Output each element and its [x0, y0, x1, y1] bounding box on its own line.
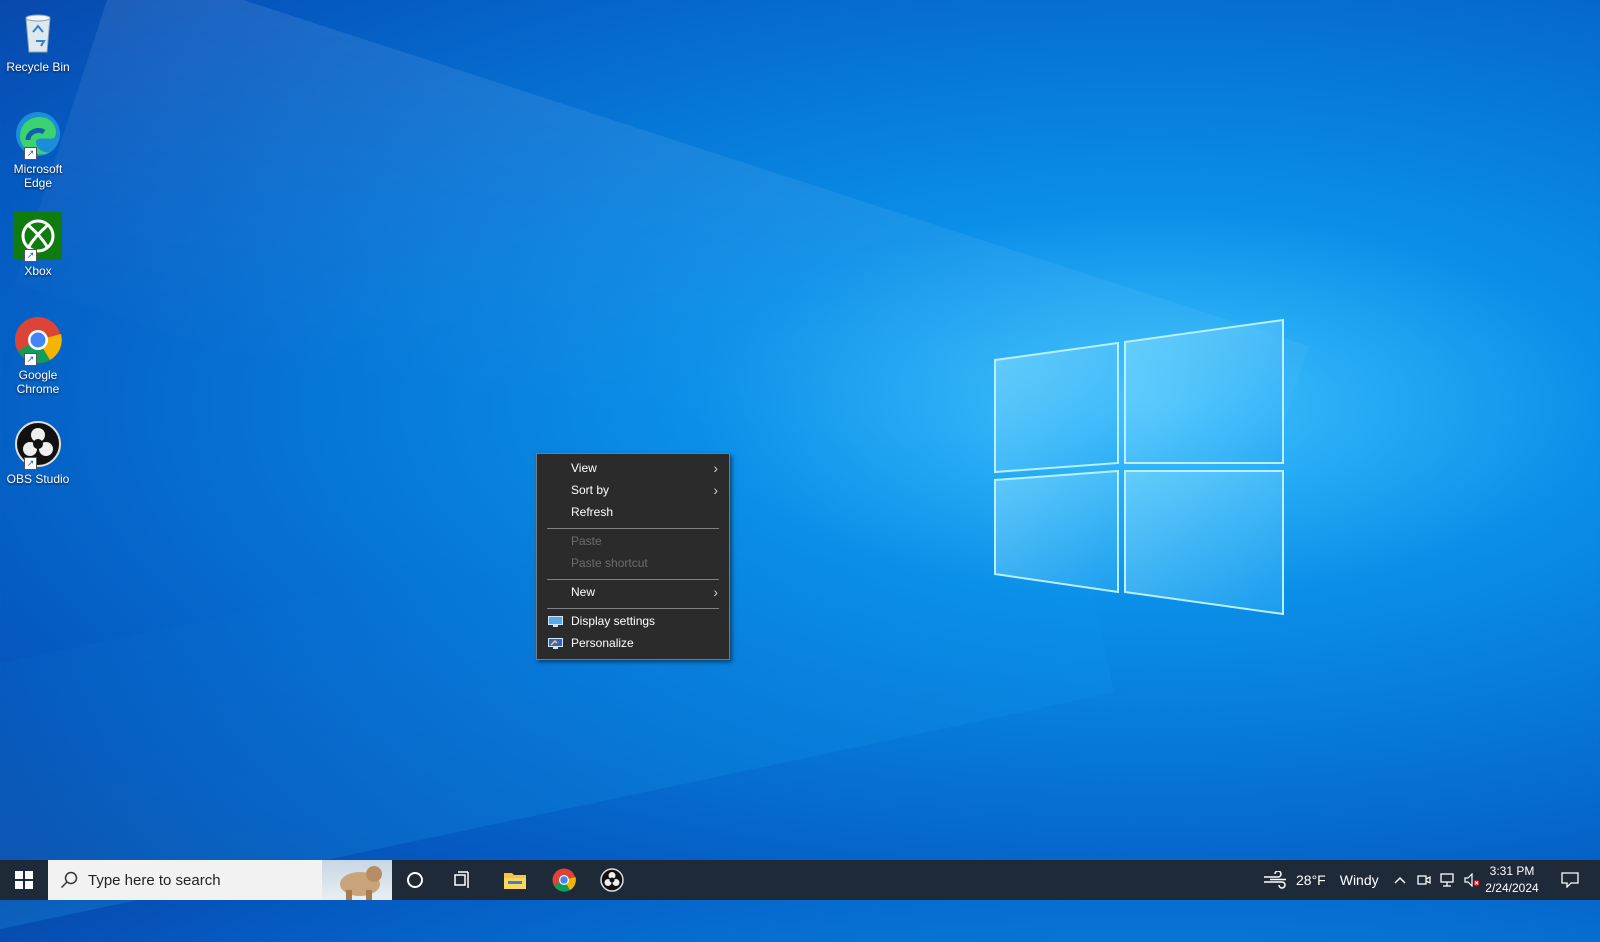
weather-temperature: 28°F — [1296, 872, 1326, 888]
chrome-icon — [552, 868, 576, 892]
desktop-icon-google-chrome[interactable]: ↗ Google Chrome — [4, 316, 72, 396]
edge-icon: ↗ — [14, 110, 62, 160]
clock-time: 3:31 PM — [1489, 864, 1535, 878]
desktop-icon-label: Microsoft Edge — [13, 162, 63, 190]
xbox-icon: ↗ — [14, 212, 62, 262]
weather-condition: Windy — [1339, 872, 1379, 888]
tray-meet-now[interactable] — [1413, 860, 1435, 900]
menu-item-label: Personalize — [571, 636, 634, 650]
shortcut-arrow-icon: ↗ — [24, 147, 37, 160]
cortana-button[interactable] — [395, 860, 435, 900]
obs-icon — [600, 868, 624, 892]
taskbar-search-box[interactable]: Type here to search — [48, 860, 392, 900]
menu-item-label: Paste shortcut — [571, 556, 648, 570]
desktop-icon-label: Xbox — [24, 264, 52, 278]
desktop-context-menu: View › Sort by › Refresh Paste Paste sho… — [536, 453, 730, 660]
chrome-icon: ↗ — [14, 316, 62, 366]
show-hidden-icons-button[interactable] — [1390, 860, 1410, 900]
weather-widget[interactable]: 28°F Windy — [1262, 860, 1402, 900]
menu-item-personalize[interactable]: Personalize — [538, 633, 728, 654]
menu-item-label: View — [571, 461, 597, 475]
desktop-icon-label: OBS Studio — [6, 472, 70, 486]
search-highlight-image — [322, 860, 392, 900]
taskbar-obs-studio[interactable] — [590, 860, 634, 900]
display-settings-icon — [548, 616, 563, 627]
menu-item-label: New — [571, 585, 596, 599]
menu-item-paste-shortcut[interactable]: Paste shortcut — [538, 553, 728, 574]
notification-icon — [1561, 872, 1579, 888]
desktop-icon-obs-studio[interactable]: ↗ OBS Studio — [4, 420, 72, 486]
desktop-icon-label: Recycle Bin — [6, 60, 70, 74]
desktop-icon-microsoft-edge[interactable]: ↗ Microsoft Edge — [4, 110, 72, 190]
taskbar: Type here to search 28°F Windy 3:31 PM 2… — [0, 860, 1600, 900]
menu-item-new[interactable]: New › — [538, 582, 728, 603]
cortana-icon — [407, 872, 423, 888]
task-view-icon — [454, 871, 469, 888]
network-icon — [1440, 873, 1454, 887]
search-placeholder: Type here to search — [88, 871, 221, 889]
chevron-up-icon — [1394, 876, 1406, 884]
taskbar-clock[interactable]: 3:31 PM 2/24/2024 — [1480, 863, 1544, 897]
windows-start-icon — [15, 871, 33, 889]
menu-item-label: Display settings — [571, 614, 656, 628]
personalize-icon — [548, 638, 563, 649]
action-center-button[interactable] — [1550, 860, 1590, 900]
taskbar-chrome[interactable] — [542, 860, 586, 900]
desktop-icon-recycle-bin[interactable]: Recycle Bin — [4, 8, 72, 74]
wind-icon — [1264, 871, 1286, 889]
shortcut-arrow-icon: ↗ — [24, 249, 37, 262]
shortcut-arrow-icon: ↗ — [24, 353, 37, 366]
menu-item-label: Paste — [571, 534, 602, 548]
menu-item-refresh[interactable]: Refresh — [538, 502, 728, 523]
obs-icon: ↗ — [14, 420, 62, 470]
desktop-icon-xbox[interactable]: ↗ Xbox — [4, 212, 72, 278]
file-explorer-icon — [504, 873, 526, 889]
recycle-bin-icon — [14, 8, 62, 56]
task-view-button[interactable] — [443, 860, 483, 900]
search-icon — [60, 871, 78, 889]
menu-item-paste[interactable]: Paste — [538, 531, 728, 552]
shortcut-arrow-icon: ↗ — [24, 457, 37, 470]
chevron-right-icon: › — [713, 460, 718, 476]
menu-item-sort-by[interactable]: Sort by › — [538, 480, 728, 501]
clock-date: 2/24/2024 — [1485, 881, 1539, 895]
windows-logo-wallpaper — [994, 318, 1284, 616]
menu-item-display-settings[interactable]: Display settings — [538, 611, 728, 632]
volume-muted-icon — [1464, 873, 1480, 887]
chevron-right-icon: › — [713, 482, 718, 498]
webcam-icon — [1417, 875, 1431, 885]
start-button[interactable] — [0, 860, 48, 900]
chevron-right-icon: › — [713, 584, 718, 600]
menu-item-label: Refresh — [571, 505, 614, 519]
menu-separator — [547, 528, 719, 529]
menu-item-view[interactable]: View › — [538, 458, 728, 479]
taskbar-file-explorer[interactable] — [493, 860, 537, 900]
menu-separator — [547, 608, 719, 609]
desktop-icon-label: Google Chrome — [16, 368, 60, 396]
menu-item-label: Sort by — [571, 483, 610, 497]
menu-separator — [547, 579, 719, 580]
tray-network[interactable] — [1436, 860, 1460, 900]
